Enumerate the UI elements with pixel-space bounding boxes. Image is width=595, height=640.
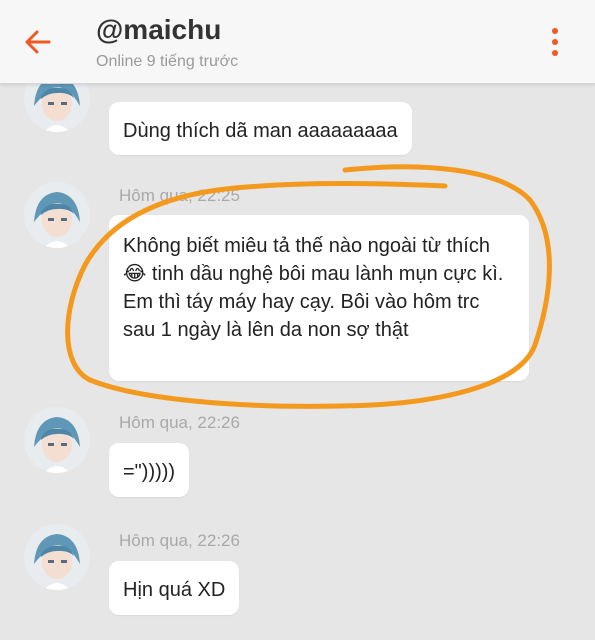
avatar-image	[24, 407, 90, 473]
back-button[interactable]	[18, 22, 58, 62]
avatar[interactable]	[24, 407, 90, 473]
avatar[interactable]	[24, 524, 90, 590]
message-bubble[interactable]: Hịn quá XD	[109, 561, 240, 615]
message-time: Hôm qua, 22:26	[119, 531, 240, 550]
avatar[interactable]	[24, 182, 90, 248]
arrow-left-icon	[25, 30, 51, 54]
online-status: Online 9 tiếng trước	[96, 53, 239, 70]
more-vertical-icon	[552, 28, 558, 34]
chat-header: @maichu Online 9 tiếng trước	[0, 0, 595, 84]
avatar-image	[24, 182, 90, 248]
message-bubble[interactable]: =")))))	[109, 443, 190, 497]
message-bubble[interactable]: Không biết miêu tả thế nào ngoài từ thíc…	[109, 215, 529, 381]
message-time: Hôm qua, 22:26	[119, 413, 240, 432]
avatar-image	[24, 524, 90, 590]
message-time: Hôm qua, 22:25	[119, 186, 240, 205]
message-bubble[interactable]: Dùng thích dã man aaaaaaaaa	[109, 102, 412, 155]
chat-title: @maichu	[96, 14, 222, 45]
more-options-button[interactable]	[540, 22, 570, 62]
